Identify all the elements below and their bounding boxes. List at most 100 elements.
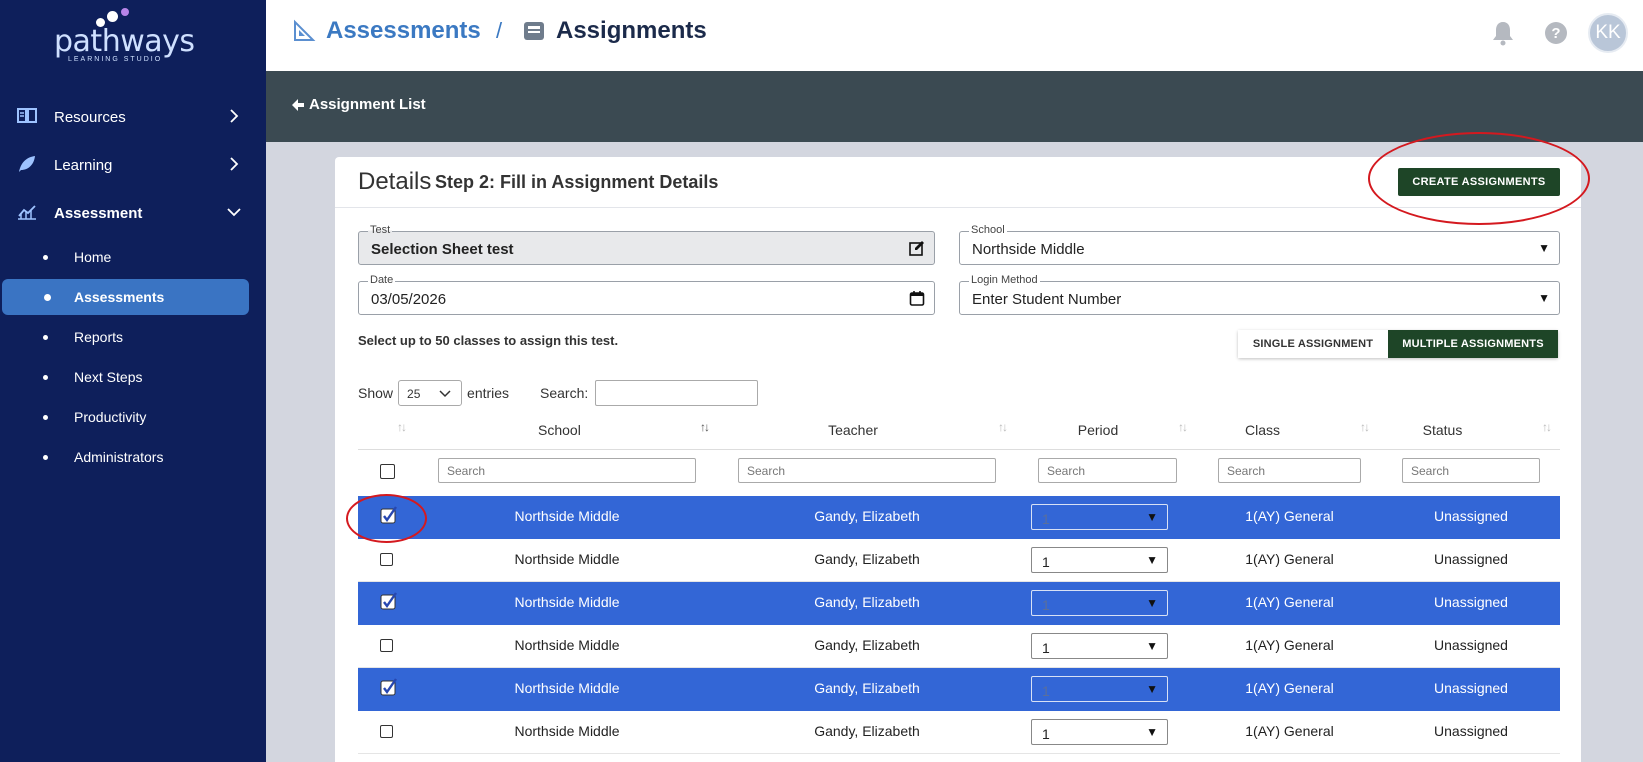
- cell-status: Unassigned: [1434, 637, 1508, 653]
- cell-status: Unassigned: [1434, 594, 1508, 610]
- top-header: Assessments / Assignments ? KK: [266, 0, 1643, 71]
- period-select[interactable]: 1 ▼: [1031, 590, 1168, 616]
- date-value: 03/05/2026: [371, 291, 447, 308]
- period-select[interactable]: 1 ▼: [1031, 547, 1168, 573]
- sidebar-subitem-administrators[interactable]: Administrators: [0, 439, 266, 475]
- bullet-icon: [44, 294, 51, 301]
- caret-down-icon: ▼: [1146, 725, 1158, 739]
- card-title: Details: [358, 168, 432, 195]
- arrow-left-icon: [292, 98, 304, 111]
- sidebar-subitem-home[interactable]: Home: [0, 239, 266, 275]
- period-select[interactable]: 1 ▼: [1031, 719, 1168, 745]
- date-field[interactable]: Date 03/05/2026: [358, 274, 935, 315]
- caret-down-icon: ▼: [1538, 241, 1550, 255]
- table-row[interactable]: Northside Middle Gandy, Elizabeth 1 ▼ 1(A…: [358, 625, 1560, 668]
- cell-class: 1(AY) General: [1245, 551, 1334, 567]
- column-header-status[interactable]: Status: [1420, 422, 1465, 438]
- table-row[interactable]: Northside Middle Gandy, Elizabeth 1 ▼ 1(A…: [358, 582, 1560, 625]
- row-checkbox[interactable]: [380, 725, 393, 738]
- table-row[interactable]: Northside Middle Gandy, Elizabeth 1 ▼ 1(A…: [358, 668, 1560, 711]
- table-row[interactable]: Northside Middle Gandy, Elizabeth 1 ▼ 1(A…: [358, 711, 1560, 754]
- row-checkbox[interactable]: [380, 639, 393, 652]
- date-label: Date: [368, 274, 396, 286]
- filter-row: Search Search Search Search Search: [358, 450, 1560, 492]
- sidebar-subitem-next-steps[interactable]: Next Steps: [0, 359, 266, 395]
- sidebar-subitem-label: Next Steps: [74, 369, 143, 385]
- assignment-list-link[interactable]: Assignment List: [291, 96, 426, 113]
- table-search-input[interactable]: [595, 380, 758, 406]
- logo-word: pathways: [54, 24, 195, 59]
- entries-control: Show 25 entries: [358, 380, 509, 406]
- svg-text:?: ?: [1551, 25, 1560, 42]
- period-select[interactable]: 1 ▼: [1031, 504, 1168, 530]
- checkbox-checked-icon[interactable]: [380, 678, 398, 696]
- cell-teacher: Gandy, Elizabeth: [814, 551, 920, 567]
- row-checkbox[interactable]: [380, 553, 393, 566]
- bullet-icon: [43, 335, 48, 340]
- table-header: ↑↓ School ↑↓ Teacher ↑↓ Period ↑↓ Class …: [358, 410, 1560, 450]
- period-value: 1: [1042, 640, 1050, 656]
- teacher-filter-input[interactable]: Search: [738, 458, 996, 483]
- sidebar-subitem-reports[interactable]: Reports: [0, 319, 266, 355]
- period-value: 1: [1042, 683, 1050, 699]
- bell-icon[interactable]: [1489, 19, 1517, 47]
- single-assignment-button[interactable]: SINGLE ASSIGNMENT: [1238, 330, 1388, 358]
- table-row[interactable]: Northside Middle Gandy, Elizabeth 1 ▼ 1(A…: [358, 539, 1560, 582]
- cell-teacher: Gandy, Elizabeth: [814, 508, 920, 524]
- edit-icon[interactable]: [909, 240, 925, 256]
- sort-icon[interactable]: ↑↓: [1542, 420, 1552, 434]
- search-label: Search:: [540, 385, 589, 401]
- sort-icon[interactable]: ↑↓: [1360, 420, 1370, 434]
- caret-down-icon: ▼: [1146, 596, 1158, 610]
- pathways-logo[interactable]: pathways LEARNING STUDIO: [54, 8, 204, 63]
- sidebar-item-resources[interactable]: Resources: [0, 95, 266, 139]
- class-filter-input[interactable]: Search: [1218, 458, 1361, 483]
- chevron-down-icon: [227, 208, 241, 217]
- school-select[interactable]: School Northside Middle ▼: [959, 224, 1560, 265]
- period-select[interactable]: 1 ▼: [1031, 633, 1168, 659]
- login-method-value: Enter Student Number: [972, 291, 1122, 308]
- cell-school: Northside Middle: [514, 594, 620, 610]
- calendar-icon[interactable]: [909, 290, 925, 306]
- show-label: Show: [358, 385, 394, 401]
- caret-down-icon: ▼: [1538, 291, 1550, 305]
- chevron-right-icon: [230, 109, 239, 123]
- checkbox-checked-icon[interactable]: [380, 592, 398, 610]
- create-assignments-button[interactable]: CREATE ASSIGNMENTS: [1398, 168, 1560, 196]
- select-all-checkbox[interactable]: [380, 464, 395, 479]
- cell-class: 1(AY) General: [1245, 594, 1334, 610]
- entries-select[interactable]: 25: [398, 380, 463, 406]
- help-icon[interactable]: ?: [1542, 19, 1570, 47]
- assignment-mode-toggle: SINGLE ASSIGNMENT MULTIPLE ASSIGNMENTS: [1238, 330, 1558, 358]
- sidebar-subitem-assessments[interactable]: Assessments: [2, 279, 249, 315]
- sort-icon[interactable]: ↑↓: [998, 420, 1008, 434]
- ruler-triangle-icon: [294, 19, 316, 41]
- school-filter-input[interactable]: Search: [438, 458, 696, 483]
- sort-icon[interactable]: ↑↓: [1178, 420, 1188, 434]
- back-link-label: Assignment List: [309, 96, 426, 113]
- status-filter-input[interactable]: Search: [1402, 458, 1540, 483]
- multiple-assignments-button[interactable]: MULTIPLE ASSIGNMENTS: [1388, 330, 1558, 358]
- test-field[interactable]: Test Selection Sheet test: [358, 224, 935, 265]
- breadcrumb-assessments[interactable]: Assessments: [292, 17, 481, 45]
- column-header-class[interactable]: Class: [1240, 422, 1285, 438]
- sidebar-item-assessment[interactable]: Assessment: [0, 191, 266, 235]
- sort-icon[interactable]: ↑↓: [397, 420, 407, 434]
- bullet-icon: [43, 375, 48, 380]
- login-method-select[interactable]: Login Method Enter Student Number ▼: [959, 274, 1560, 315]
- sidebar-subitem-productivity[interactable]: Productivity: [0, 399, 266, 435]
- checkbox-checked-icon[interactable]: [380, 506, 398, 524]
- user-avatar[interactable]: KK: [1588, 13, 1628, 53]
- sidebar-item-learning[interactable]: Learning: [0, 143, 266, 187]
- cell-teacher: Gandy, Elizabeth: [814, 680, 920, 696]
- school-value: Northside Middle: [972, 241, 1085, 258]
- period-filter-input[interactable]: Search: [1038, 458, 1177, 483]
- chevron-right-icon: [230, 157, 239, 171]
- column-header-period[interactable]: Period: [1073, 422, 1123, 438]
- period-select[interactable]: 1 ▼: [1031, 676, 1168, 702]
- sort-icon[interactable]: ↑↓: [700, 420, 710, 434]
- column-header-school[interactable]: School: [538, 422, 581, 438]
- table-row[interactable]: Northside Middle Gandy, Elizabeth 1 ▼ 1(A…: [358, 496, 1560, 539]
- column-header-teacher[interactable]: Teacher: [818, 422, 888, 438]
- card-header: Details Step 2: Fill in Assignment Detai…: [335, 157, 1581, 208]
